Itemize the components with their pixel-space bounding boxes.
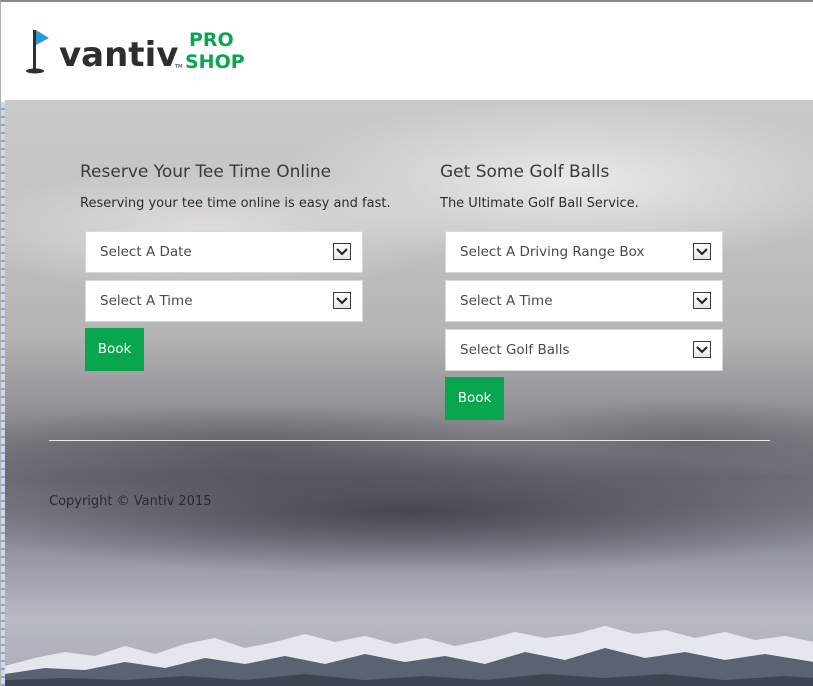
chevron-down-icon[interactable] <box>333 292 351 309</box>
browser-viewport: vantiv TM PRO SHOP Reserve Your Tee Time… <box>0 0 813 686</box>
logo-shop: SHOP <box>185 51 245 73</box>
tee-time-select-label: Select A Time <box>100 293 193 309</box>
golf-balls-time-select[interactable]: Select A Time <box>445 280 723 322</box>
tee-time-select[interactable]: Select A Time <box>85 280 363 322</box>
book-tee-time-button[interactable]: Book <box>85 328 144 371</box>
golf-balls-select-label: Select Golf Balls <box>460 342 570 358</box>
date-select-label: Select A Date <box>100 244 192 260</box>
logo-pro: PRO <box>189 29 234 51</box>
driving-range-box-select-label: Select A Driving Range Box <box>460 244 645 260</box>
golf-balls-heading: Get Some Golf Balls <box>440 162 610 182</box>
golf-flag-icon <box>26 30 49 74</box>
chevron-down-icon[interactable] <box>693 292 711 309</box>
book-golf-balls-button[interactable]: Book <box>445 377 504 420</box>
logo-graphic: vantiv TM PRO SHOP <box>26 29 245 75</box>
logo-wordmark: vantiv <box>59 35 178 75</box>
date-select[interactable]: Select A Date <box>85 231 363 273</box>
tee-time-description: Reserving your tee time online is easy a… <box>80 196 391 211</box>
site-header: vantiv TM PRO SHOP <box>5 2 813 100</box>
copyright-text: Copyright © Vantiv 2015 <box>49 494 212 509</box>
chevron-down-icon[interactable] <box>333 243 351 260</box>
logo-trademark: TM <box>174 64 182 70</box>
tee-time-heading: Reserve Your Tee Time Online <box>80 162 332 182</box>
section-divider <box>49 440 770 441</box>
mountain-range-graphic <box>5 626 813 686</box>
vantiv-pro-shop-logo[interactable]: vantiv TM PRO SHOP <box>25 24 265 76</box>
hero-background: Reserve Your Tee Time Online Reserving y… <box>5 100 813 686</box>
chevron-down-icon[interactable] <box>693 341 711 358</box>
driving-range-box-select[interactable]: Select A Driving Range Box <box>445 231 723 273</box>
chevron-down-icon[interactable] <box>693 243 711 260</box>
golf-balls-time-select-label: Select A Time <box>460 293 553 309</box>
golf-balls-description: The Ultimate Golf Ball Service. <box>440 196 639 211</box>
golf-balls-select[interactable]: Select Golf Balls <box>445 329 723 371</box>
